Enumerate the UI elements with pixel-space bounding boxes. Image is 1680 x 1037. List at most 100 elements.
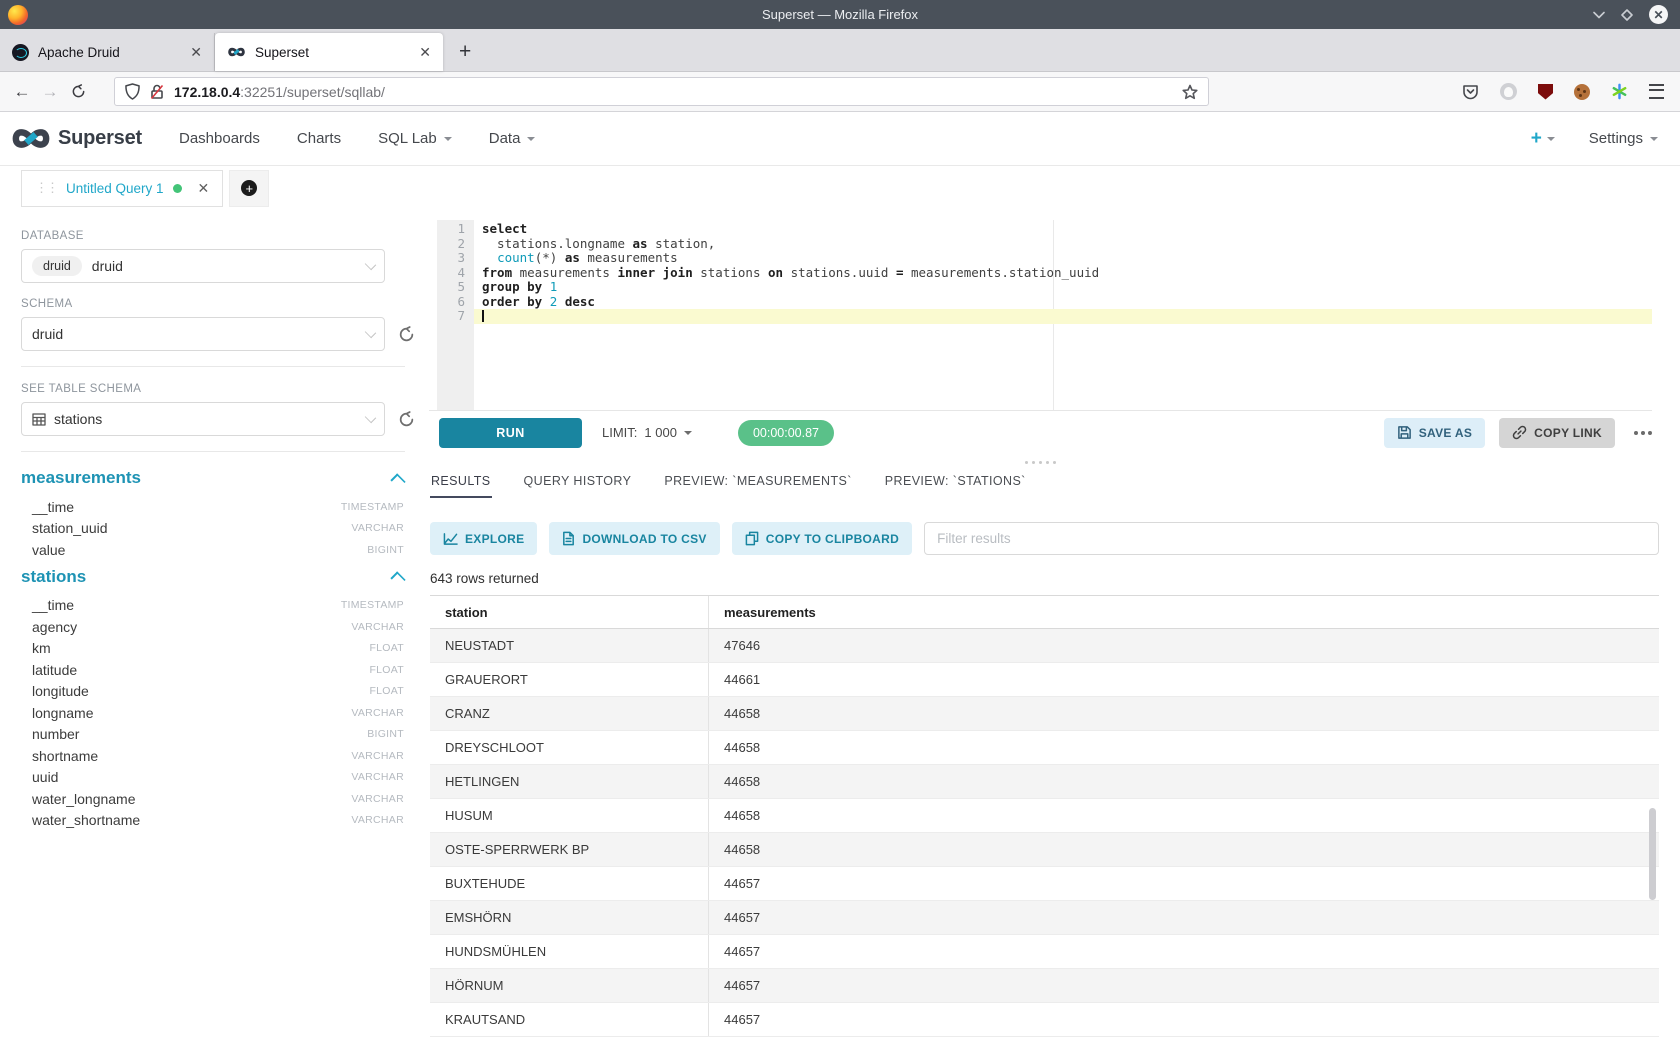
copy-to-clipboard-button[interactable]: COPY TO CLIPBOARD (732, 522, 912, 555)
drag-handle-icon[interactable]: ⋮⋮ (35, 180, 57, 196)
table-row[interactable]: NEUSTADT47646 (430, 629, 1659, 663)
text-cursor (482, 310, 484, 322)
table-select[interactable]: stations (21, 402, 385, 436)
run-button[interactable]: RUN (439, 418, 582, 448)
nav-sql-lab[interactable]: SQL Lab (378, 130, 452, 147)
add-query-tab-button[interactable]: + (229, 170, 269, 207)
nav-add-button[interactable]: + (1531, 128, 1555, 150)
table-row[interactable]: CRANZ44658 (430, 697, 1659, 731)
back-button[interactable]: ← (8, 82, 36, 102)
tab-close-icon[interactable]: ✕ (419, 44, 431, 61)
chevron-down-icon (365, 259, 376, 270)
results-scrollbar-thumb[interactable] (1649, 808, 1656, 900)
line-number: 6 (437, 295, 474, 310)
copy-link-button[interactable]: COPY LINK (1499, 418, 1615, 448)
table-row[interactable]: HÖRNUM44657 (430, 969, 1659, 1003)
reload-button[interactable] (64, 84, 92, 99)
nav-data[interactable]: Data (489, 130, 536, 147)
superset-logo[interactable]: Superset (10, 125, 142, 152)
column-name: water_shortname (32, 812, 140, 828)
limit-dropdown[interactable]: LIMIT: 1 000 (602, 425, 692, 440)
results-tab-4[interactable]: PREVIEW: `STATIONS` (884, 468, 1027, 496)
table-row[interactable]: HUNDSMÜHLEN44657 (430, 935, 1659, 969)
schema-select[interactable]: druid (21, 317, 385, 351)
window-close-button[interactable]: ✕ (1649, 5, 1668, 24)
column-header-measurements[interactable]: measurements (709, 605, 816, 620)
schema-select-value: druid (32, 326, 63, 342)
editor-code[interactable]: select stations.longname as station, cou… (474, 220, 1652, 410)
more-options-icon[interactable] (1634, 431, 1652, 435)
line-number: 5 (437, 280, 474, 295)
table-row[interactable]: GRAUERORT44661 (430, 663, 1659, 697)
link-icon (1512, 425, 1527, 440)
cell-measurements: 44657 (709, 1012, 760, 1027)
cell-measurements: 44658 (709, 842, 760, 857)
limit-label: LIMIT: (602, 425, 637, 440)
cell-measurements: 44657 (709, 876, 760, 891)
table-row[interactable]: OSTE-SPERRWERK BP44658 (430, 833, 1659, 867)
results-tab-1[interactable]: RESULTS (430, 468, 492, 498)
nav-settings[interactable]: Settings (1589, 130, 1658, 147)
forward-button[interactable]: → (36, 82, 64, 102)
table-row[interactable]: DREYSCHLOOT44658 (430, 731, 1659, 765)
table-row[interactable]: KRAUTSAND44657 (430, 1003, 1659, 1037)
table-row[interactable]: HUSUM44658 (430, 799, 1659, 833)
query-tab-untitled-query-1[interactable]: ⋮⋮ Untitled Query 1 ✕ (21, 170, 223, 207)
column-row: water_longnameVARCHAR (21, 788, 404, 810)
window-maximize-icon[interactable] (1621, 9, 1633, 21)
sql-editor[interactable]: 1234567 select stations.longname as stat… (437, 220, 1652, 410)
tab-close-icon[interactable]: ✕ (190, 44, 202, 61)
browser-tab-superset[interactable]: Superset ✕ (215, 33, 443, 71)
chevron-up-icon[interactable] (390, 571, 405, 586)
ublock-origin-icon[interactable] (1538, 84, 1553, 100)
plus-circle-icon: + (241, 180, 257, 196)
line-number: 2 (437, 237, 474, 252)
refresh-table-icon[interactable] (398, 411, 415, 428)
chevron-down-icon (365, 327, 376, 338)
database-select[interactable]: druid druid (21, 249, 385, 283)
insecure-lock-icon[interactable] (150, 84, 164, 100)
results-table-body: NEUSTADT47646GRAUERORT44661CRANZ44658DRE… (430, 629, 1659, 1037)
column-type: FLOAT (369, 664, 404, 676)
caret-down-icon (444, 137, 452, 145)
refresh-schema-icon[interactable] (398, 326, 415, 343)
cell-measurements: 44658 (709, 808, 760, 823)
line-number: 3 (437, 251, 474, 266)
extension-asterisk-icon[interactable] (1611, 83, 1628, 100)
pane-resize-handle[interactable] (429, 457, 1652, 467)
column-name: latitude (32, 662, 77, 678)
cell-station: DREYSCHLOOT (430, 731, 709, 764)
table-schema-label: SEE TABLE SCHEMA (21, 383, 429, 395)
results-tab-3[interactable]: PREVIEW: `MEASUREMENTS` (663, 468, 852, 496)
extension-panda-icon[interactable] (1500, 83, 1517, 100)
browser-tab-apache-druid[interactable]: Apache Druid ✕ (0, 33, 215, 71)
cookie-extension-icon[interactable] (1574, 84, 1590, 100)
query-tab-title: Untitled Query 1 (66, 181, 164, 196)
table-row[interactable]: EMSHÖRN44657 (430, 901, 1659, 935)
results-tab-2[interactable]: QUERY HISTORY (523, 468, 633, 496)
file-icon (562, 531, 575, 546)
download-csv-button[interactable]: DOWNLOAD TO CSV (549, 522, 719, 555)
nav-charts[interactable]: Charts (297, 130, 341, 147)
cell-station: HUNDSMÜHLEN (430, 935, 709, 968)
bookmark-star-icon[interactable] (1182, 84, 1198, 100)
window-shade-icon[interactable] (1593, 11, 1605, 19)
explore-button[interactable]: EXPLORE (430, 522, 537, 555)
menu-hamburger-icon[interactable] (1649, 84, 1664, 99)
column-type: VARCHAR (351, 707, 404, 719)
table-section-measurements[interactable]: measurements (21, 468, 404, 488)
tracking-shield-icon[interactable] (125, 83, 140, 100)
column-header-station[interactable]: station (430, 596, 709, 628)
table-section-stations[interactable]: stations (21, 567, 404, 587)
chevron-up-icon[interactable] (390, 473, 405, 488)
nav-dashboards[interactable]: Dashboards (179, 130, 260, 147)
new-tab-button[interactable]: + (459, 40, 471, 64)
filter-results-input[interactable] (924, 522, 1659, 555)
table-row[interactable]: HETLINGEN44658 (430, 765, 1659, 799)
save-as-button[interactable]: SAVE AS (1384, 418, 1485, 448)
url-bar[interactable]: 172.18.0.4:32251/superset/sqllab/ (114, 77, 1209, 106)
query-tab-close-icon[interactable]: ✕ (198, 180, 210, 197)
cell-station: HETLINGEN (430, 765, 709, 798)
table-row[interactable]: BUXTEHUDE44657 (430, 867, 1659, 901)
pocket-icon[interactable] (1462, 84, 1479, 100)
